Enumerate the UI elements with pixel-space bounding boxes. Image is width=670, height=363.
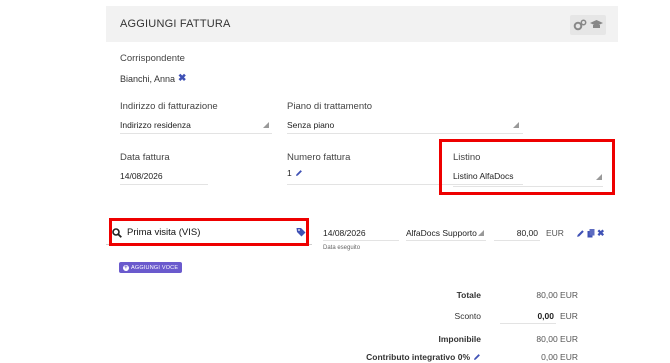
- numero-fattura-value: 1: [287, 168, 303, 178]
- add-voice-label: AGGIUNGI VOCE: [131, 264, 179, 271]
- item-date-input[interactable]: 14/08/2026: [323, 228, 366, 238]
- item-date-underline: [323, 240, 399, 241]
- panel-header: AGGIUNGI FATTURA: [106, 6, 618, 42]
- numero-fattura-number: 1: [287, 168, 292, 178]
- indirizzo-underline: [120, 133, 272, 134]
- add-icon: +: [123, 264, 129, 271]
- add-voice-button[interactable]: + AGGIUNGI VOCE: [119, 262, 183, 273]
- corrispondente-name: Bianchi, Anna: [120, 73, 176, 84]
- indirizzo-label: Indirizzo di fatturazione: [120, 101, 218, 112]
- item-amount-input[interactable]: 80,00: [494, 228, 538, 238]
- numero-fattura-label: Numero fattura: [287, 152, 351, 163]
- corrispondente-value: Bianchi, Anna ✖: [120, 73, 186, 84]
- delete-item-icon[interactable]: ✖: [597, 228, 605, 239]
- item-date-caption: Data eseguito: [323, 245, 361, 251]
- corrispondente-label: Corrispondente: [120, 53, 185, 64]
- contributo-label: Contributo integrativo 0%: [366, 352, 470, 362]
- indirizzo-select[interactable]: Indirizzo residenza: [120, 120, 191, 130]
- sconto-underline: [500, 323, 556, 324]
- gears-icon: [573, 19, 587, 31]
- item-operator-underline: [406, 240, 486, 241]
- page-margin-left: [0, 0, 106, 363]
- listino-highlight: [439, 139, 615, 195]
- item-search-highlight: [109, 218, 309, 246]
- item-operator-dropdown-icon[interactable]: [478, 230, 484, 236]
- graduation-cap-icon: [590, 20, 603, 28]
- data-fattura-underline: [120, 184, 208, 185]
- page-margin-right: [618, 0, 670, 363]
- page-title: AGGIUNGI FATTURA: [120, 18, 231, 30]
- imponibile-label: Imponibile: [438, 334, 482, 344]
- item-currency: EUR: [546, 228, 564, 238]
- edit-item-pencil-icon[interactable]: [576, 229, 585, 238]
- item-amount-underline: [494, 240, 540, 241]
- contributo-row-label: Contributo integrativo 0%: [346, 352, 481, 362]
- remove-corrispondente-icon[interactable]: ✖: [178, 73, 186, 84]
- sconto-currency: EUR: [560, 311, 578, 321]
- item-operator-select[interactable]: AlfaDocs Supporto: [406, 228, 477, 238]
- piano-label: Piano di trattamento: [287, 101, 373, 112]
- data-fattura-input[interactable]: 14/08/2026: [120, 171, 163, 181]
- sconto-input[interactable]: 0,00: [510, 311, 554, 321]
- help-tools-button[interactable]: [570, 15, 606, 35]
- totale-value: 80,00 EUR: [536, 290, 578, 300]
- item-actions: ✖: [576, 228, 605, 239]
- piano-dropdown-icon[interactable]: [513, 122, 519, 128]
- totale-label: Totale: [456, 290, 481, 300]
- piano-underline: [287, 133, 523, 134]
- imponibile-value: 80,00 EUR: [536, 334, 578, 344]
- copy-item-icon[interactable]: [587, 229, 595, 238]
- contributo-value: 0,00 EUR: [541, 352, 578, 362]
- indirizzo-dropdown-icon[interactable]: [263, 122, 269, 128]
- edit-numero-pencil-icon[interactable]: [295, 169, 303, 177]
- sconto-label: Sconto: [454, 311, 481, 321]
- data-fattura-label: Data fattura: [120, 152, 170, 163]
- edit-contributo-pencil-icon[interactable]: [473, 353, 481, 361]
- piano-select[interactable]: Senza piano: [287, 120, 334, 130]
